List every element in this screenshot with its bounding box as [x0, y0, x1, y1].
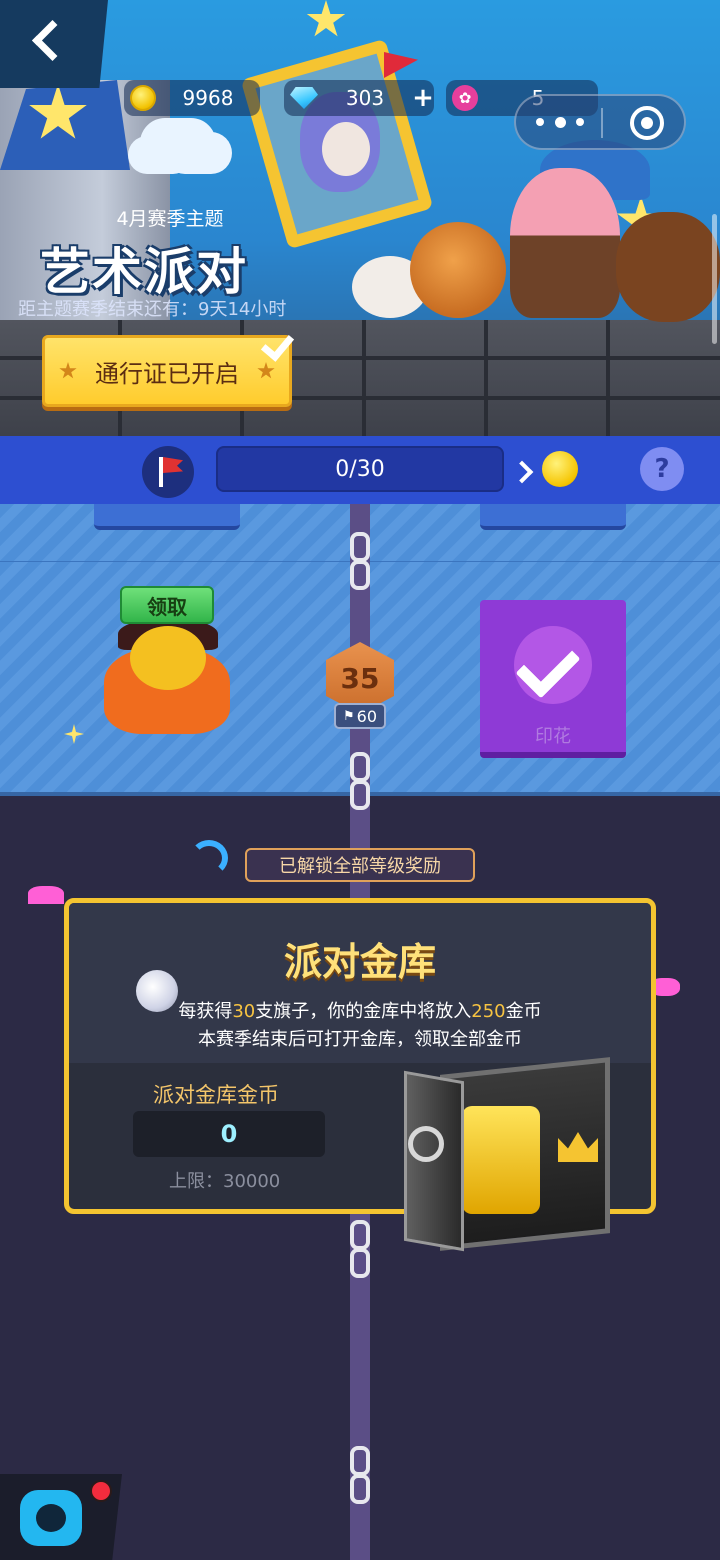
- safe-door: [404, 1070, 464, 1252]
- all-rewards-unlocked-tag: 已解锁全部等级奖励: [245, 848, 475, 882]
- cloud-decoration: [140, 118, 216, 168]
- desc-flags-highlight: 30: [232, 1001, 256, 1022]
- pass-button-label: 通行证已开启: [95, 359, 239, 388]
- chain-link: [350, 780, 370, 810]
- check-icon: [262, 330, 296, 360]
- reward-coin-icon[interactable]: [542, 451, 578, 487]
- close-circle-icon[interactable]: [630, 106, 664, 140]
- vault-coins-value: 0: [220, 1120, 238, 1148]
- scroll-indicator: [712, 214, 717, 344]
- previous-reward-card-left: [94, 504, 240, 530]
- desc-text: 每获得: [178, 1001, 233, 1022]
- coin-icon: [130, 85, 156, 111]
- miniprogram-capsule: [514, 94, 686, 150]
- swirl-decoration: [190, 840, 228, 876]
- season-title: 艺术派对: [40, 243, 248, 301]
- help-icon[interactable]: ?: [640, 447, 684, 491]
- more-dots-icon[interactable]: [536, 110, 584, 134]
- season-countdown: 距主题赛季结束还有：9天14小时: [18, 299, 287, 320]
- reward-character-skin[interactable]: [96, 618, 232, 738]
- flag-progress-text: 0/30: [335, 456, 385, 482]
- chain-link: [350, 1220, 370, 1250]
- flag-icon: [142, 446, 194, 498]
- confetti-decoration: [28, 886, 64, 904]
- unlocked-tag-label: 已解锁全部等级奖励: [279, 856, 441, 877]
- chain-link: [350, 1474, 370, 1504]
- star-icon: [257, 362, 275, 379]
- character-face: [322, 122, 370, 176]
- desc-text: 支旗子，你的金库中将放入: [255, 1001, 472, 1022]
- lotus-icon: ✿: [452, 85, 478, 111]
- chain-link: [350, 1446, 370, 1476]
- add-gems-button[interactable]: +: [412, 83, 434, 113]
- robot-face: [36, 1504, 66, 1532]
- capsule-divider: [601, 108, 603, 138]
- red-flag-decoration: [384, 52, 418, 78]
- back-arrow-icon[interactable]: [24, 16, 76, 68]
- chain-link: [350, 1248, 370, 1278]
- character-pig: [510, 168, 620, 318]
- vault-coins-label: 派对金库金币: [153, 1083, 279, 1107]
- safe-dial-icon: [408, 1126, 444, 1162]
- character-head: [130, 626, 206, 690]
- flag-progress-track: 0/30: [216, 446, 504, 492]
- coin-balance: 9968: [124, 80, 260, 116]
- level-requirement-value: 60: [356, 706, 377, 726]
- character-lady: [616, 212, 720, 322]
- gem-balance: 303 +: [284, 80, 434, 116]
- vault-limit: 上限：30000: [169, 1171, 281, 1192]
- vault-safe-illustration[interactable]: [400, 1046, 614, 1252]
- notification-dot: [90, 1480, 112, 1502]
- chain-link: [350, 752, 370, 782]
- claim-button-label: 领取: [147, 594, 187, 619]
- stamp-reward-card[interactable]: 印花: [480, 600, 626, 758]
- level-number: 35: [340, 661, 380, 695]
- season-banner: 9968 303 + ✿ 5 4月赛季主题 艺术派对 距主题赛季结束还有：9天1…: [0, 0, 720, 436]
- gold-coins-stack: [462, 1106, 540, 1214]
- flag-icon: ⚑: [342, 708, 355, 724]
- desc-coins-highlight: 250: [471, 1001, 506, 1022]
- claim-button[interactable]: 领取: [120, 586, 214, 624]
- vault-coins-value-box: 0: [133, 1111, 325, 1157]
- help-label: ?: [654, 454, 670, 484]
- stamp-label: 印花: [535, 726, 571, 747]
- coin-count: 9968: [182, 86, 234, 110]
- chevron-right-icon: [512, 456, 536, 486]
- star-icon: [59, 362, 77, 379]
- chain-link: [350, 532, 370, 562]
- previous-reward-card-right: [480, 504, 626, 530]
- gem-icon: [290, 87, 318, 109]
- star-decoration: [306, 0, 346, 37]
- season-subtitle: 4月赛季主题: [116, 208, 224, 230]
- gem-count: 303: [345, 86, 385, 110]
- chain-link: [350, 560, 370, 590]
- character-cookie: [410, 222, 506, 318]
- desc-text: 金币: [505, 1001, 542, 1022]
- glowing-orb-decoration: [136, 970, 178, 1012]
- pass-button[interactable]: 通行证已开启: [42, 335, 292, 407]
- level-flag-requirement: ⚑ 60: [334, 703, 386, 729]
